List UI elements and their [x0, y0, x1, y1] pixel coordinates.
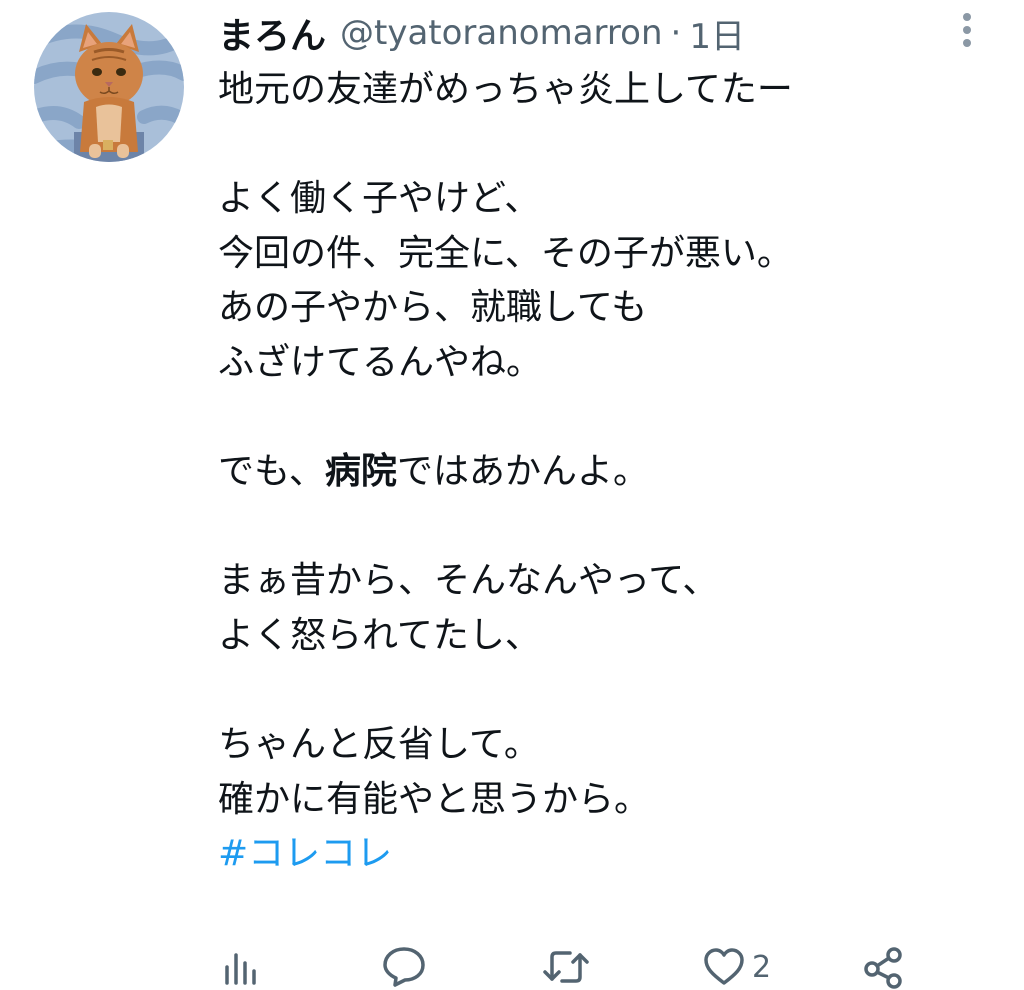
cat-avatar-image: [34, 12, 184, 162]
tweet-line: 地元の友達がめっちゃ炎上してたー: [218, 69, 793, 110]
tweet-bold-word: 病院: [324, 451, 397, 493]
author-display-name[interactable]: まろん: [218, 7, 326, 59]
tweet-line: ちゃんと反省して。: [218, 724, 540, 766]
tweet-line: まぁ昔から、そんなんやって、: [218, 560, 719, 602]
analytics-icon: [225, 953, 256, 985]
heart-icon: [704, 948, 744, 985]
analytics-button[interactable]: [222, 945, 258, 989]
share-icon: [864, 947, 902, 989]
tweet-line: よく働く子やけど、: [218, 178, 541, 220]
like-button[interactable]: 2: [702, 945, 771, 989]
tweet-text: 地元の友達がめっちゃ炎上してたー よく働く子やけど、 今回の件、完全に、その子が…: [218, 63, 998, 882]
hashtag-link[interactable]: #コレコレ: [218, 827, 998, 882]
share-button[interactable]: [862, 945, 906, 989]
reply-icon: [383, 947, 425, 987]
tweet-line: よく怒られてたし、: [218, 614, 541, 656]
more-options-button[interactable]: [954, 8, 980, 52]
tweet-line: でも、病院ではあかんよ。: [218, 445, 998, 500]
tweet-action-bar: 2: [218, 945, 918, 989]
reply-button[interactable]: [381, 945, 427, 989]
tweet-line: 今回の件、完全に、その子が悪い。: [218, 232, 793, 274]
tweet-line: 確かに有能やと思うから。: [218, 778, 651, 820]
retweet-button[interactable]: [540, 945, 592, 989]
retweet-icon: [543, 951, 589, 983]
tweet-line: あの子やから、就職しても: [218, 287, 648, 329]
tweet-text-segment: でも、: [218, 451, 325, 493]
tweet-text-segment: ではあかんよ。: [396, 451, 649, 493]
author-handle[interactable]: @tyatoranomarron: [340, 13, 663, 53]
avatar[interactable]: [34, 12, 184, 162]
meta-separator: ·: [670, 13, 682, 53]
tweet-header: まろん @tyatoranomarron · 1日: [218, 8, 745, 58]
like-count: 2: [752, 949, 772, 985]
more-vertical-icon: [963, 13, 971, 47]
tweet-timestamp[interactable]: 1日: [689, 9, 745, 58]
tweet-line: ふざけてるんやね。: [218, 341, 543, 383]
